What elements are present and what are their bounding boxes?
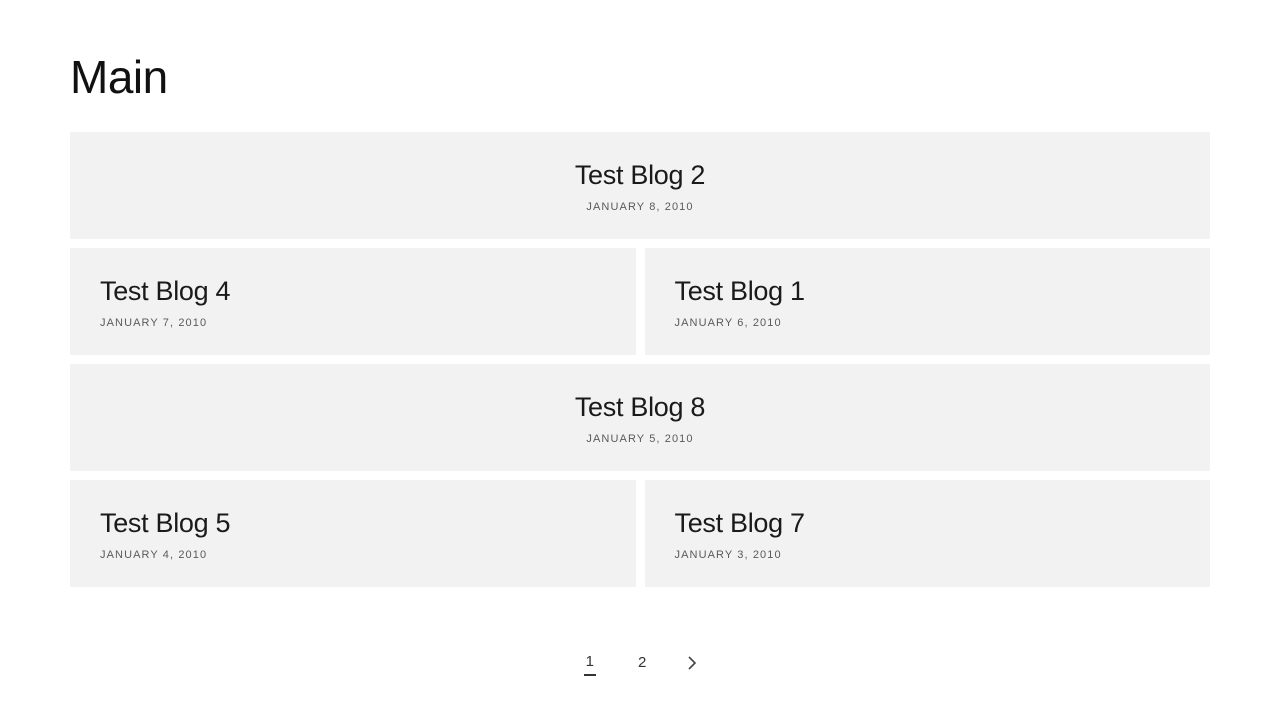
next-page-button[interactable] <box>688 656 696 670</box>
pagination: 1 2 <box>70 649 1210 676</box>
post-title: Test Blog 8 <box>100 392 1180 423</box>
page-number-current: 1 <box>584 649 596 676</box>
post-date: JANUARY 5, 2010 <box>100 433 1180 445</box>
chevron-right-icon <box>688 656 696 670</box>
post-date: JANUARY 3, 2010 <box>675 549 1181 561</box>
post-card[interactable]: Test Blog 7 JANUARY 3, 2010 <box>645 480 1211 587</box>
post-date: JANUARY 8, 2010 <box>100 201 1180 213</box>
post-title: Test Blog 4 <box>100 276 606 307</box>
page-title: Main <box>70 50 1210 104</box>
post-card[interactable]: Test Blog 8 JANUARY 5, 2010 <box>70 364 1210 471</box>
post-title: Test Blog 1 <box>675 276 1181 307</box>
post-date: JANUARY 7, 2010 <box>100 317 606 329</box>
post-card[interactable]: Test Blog 4 JANUARY 7, 2010 <box>70 248 636 355</box>
post-list: Test Blog 2 JANUARY 8, 2010 Test Blog 4 … <box>70 132 1210 587</box>
post-date: JANUARY 4, 2010 <box>100 549 606 561</box>
post-date: JANUARY 6, 2010 <box>675 317 1181 329</box>
post-card[interactable]: Test Blog 2 JANUARY 8, 2010 <box>70 132 1210 239</box>
post-card[interactable]: Test Blog 5 JANUARY 4, 2010 <box>70 480 636 587</box>
post-title: Test Blog 2 <box>100 160 1180 191</box>
page-number-link[interactable]: 2 <box>636 650 648 675</box>
post-title: Test Blog 5 <box>100 508 606 539</box>
post-title: Test Blog 7 <box>675 508 1181 539</box>
post-card[interactable]: Test Blog 1 JANUARY 6, 2010 <box>645 248 1211 355</box>
